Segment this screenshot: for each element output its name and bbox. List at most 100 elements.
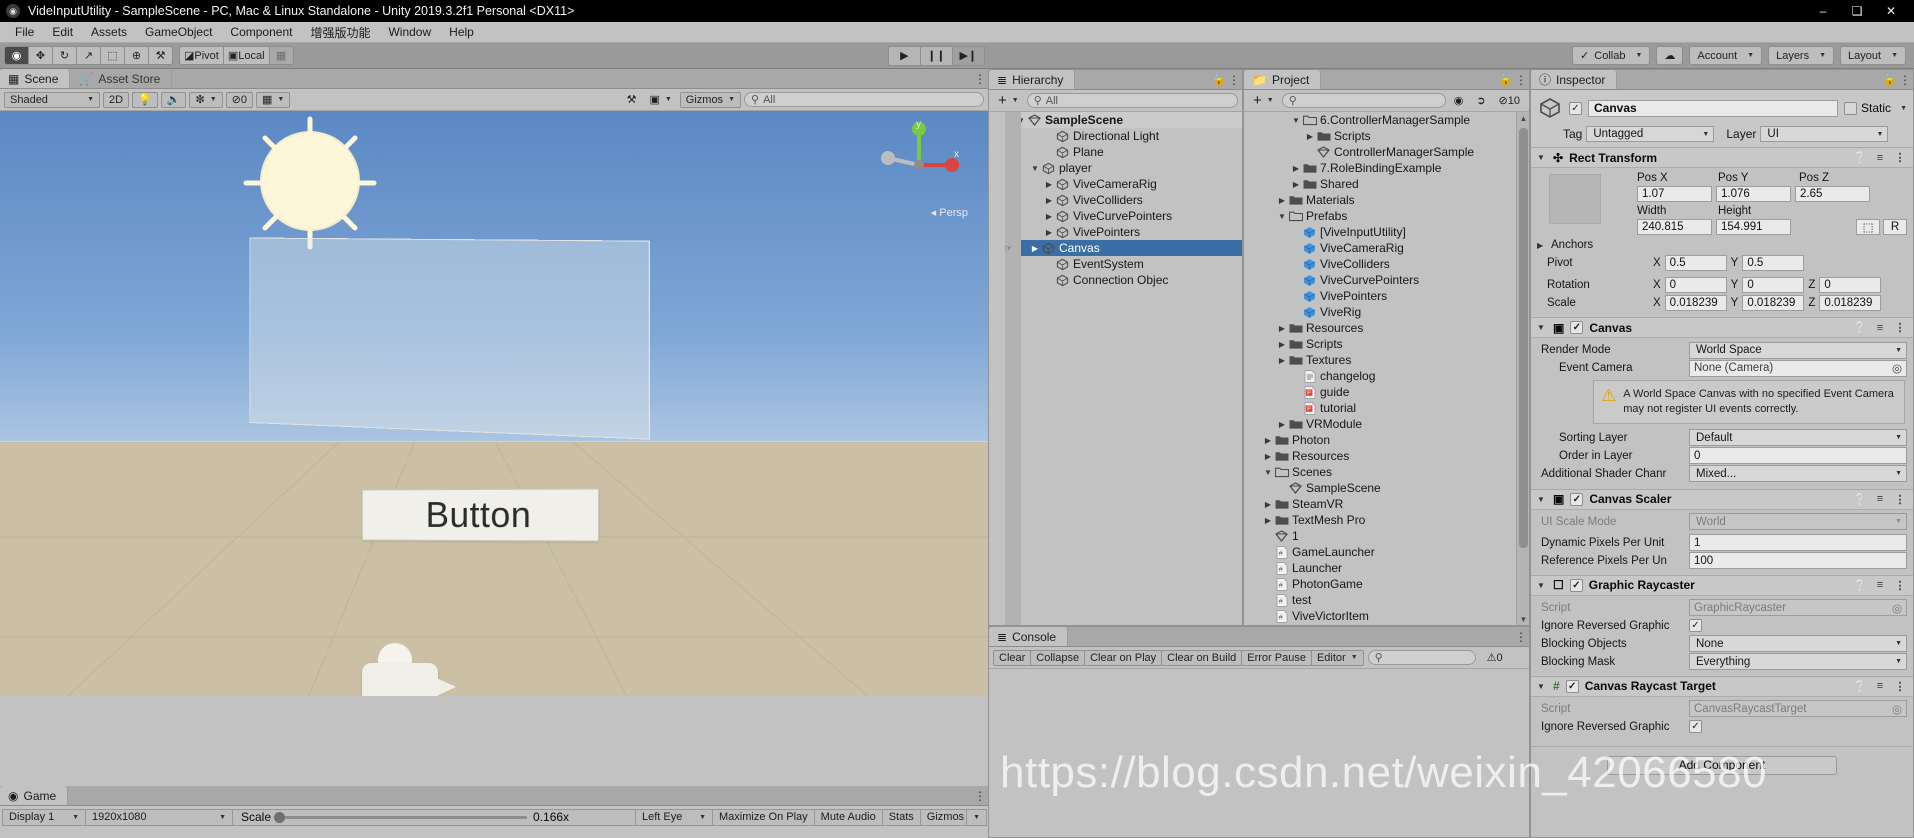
pivot-x-input[interactable]: 0.5	[1664, 255, 1727, 271]
scene-tools-button[interactable]: ⚒	[622, 92, 642, 108]
scene-camera-button[interactable]: ▣ ▼	[644, 92, 676, 108]
tree-row[interactable]: ▶ TextMesh Pro	[1244, 512, 1529, 528]
2d-toggle-button[interactable]: 2D	[103, 91, 130, 108]
mute-audio-button[interactable]: Mute Audio	[813, 808, 883, 826]
tree-row[interactable]: ▶ VivePointers	[1005, 224, 1242, 240]
camera-gizmo[interactable]	[350, 641, 470, 696]
scale-x-input[interactable]: 0.018239	[1664, 295, 1727, 311]
menu-edit[interactable]: Edit	[43, 23, 82, 41]
project-filter-type-button[interactable]: ◉	[1449, 93, 1469, 109]
gameobject-enabled-checkbox[interactable]: ✓	[1569, 101, 1582, 115]
tree-row[interactable]: ▶ Materials	[1244, 192, 1529, 208]
chevron-right-icon[interactable]: ▶	[1262, 516, 1274, 525]
chevron-down-icon[interactable]: ▼	[1029, 164, 1041, 173]
event-camera-object-field[interactable]: None (Camera) ◎	[1689, 359, 1907, 377]
shading-mode-dropdown[interactable]: Shaded ▼	[4, 91, 100, 108]
pivot-rotation-button[interactable]: ▣ Local	[222, 46, 270, 65]
tree-row[interactable]: ▶#test	[1244, 592, 1529, 608]
rect-tool-button[interactable]: ⬚	[100, 46, 125, 65]
maximize-button[interactable]: ❑	[1840, 0, 1874, 22]
tree-row[interactable]: ▶ Shared	[1244, 176, 1529, 192]
console-clear-button[interactable]: Clear	[993, 649, 1032, 666]
tab-scene[interactable]: ▦ Scene	[0, 69, 71, 88]
tree-row[interactable]: ▶ViveCurvePointers	[1244, 272, 1529, 288]
resolution-dropdown[interactable]: 1920x1080 ▼	[85, 808, 233, 826]
chevron-down-icon[interactable]: ▼	[1262, 468, 1274, 477]
console-panel-menu-icon[interactable]: ⋮	[1513, 627, 1529, 646]
chevron-down-icon[interactable]: ▼	[1900, 105, 1907, 112]
game-gizmos-dropdown[interactable]: ▼	[966, 808, 987, 826]
grid-snap-button[interactable]: ▦	[268, 46, 294, 65]
tree-row[interactable]: ▶ Resources	[1244, 448, 1529, 464]
object-picker-icon[interactable]: ◎	[1892, 361, 1902, 375]
project-visibility-button[interactable]: ⊘ 10	[1494, 93, 1525, 109]
chevron-right-icon[interactable]: ▶	[1304, 132, 1316, 141]
hierarchy-add-button[interactable]: + ▼	[993, 92, 1024, 109]
pivot-mode-button[interactable]: ◪ Pivot	[179, 46, 224, 65]
layout-button[interactable]: Layout ▼	[1840, 46, 1907, 65]
custom-tool-button[interactable]: ⚒	[148, 46, 173, 65]
chevron-down-icon[interactable]: ▼	[1537, 153, 1547, 162]
render-mode-dropdown[interactable]: World Space ▼	[1689, 341, 1907, 359]
scale-z-input[interactable]: 0.018239	[1819, 295, 1882, 311]
tree-row[interactable]: ▶Ptutorial	[1244, 400, 1529, 416]
project-scrollbar[interactable]: ▲ ▼	[1516, 112, 1529, 625]
blueprint-mode-button[interactable]: ⬚	[1856, 219, 1880, 235]
help-icon[interactable]: ❔	[1853, 321, 1867, 334]
tree-row[interactable]: ▼ player	[1005, 160, 1242, 176]
preset-icon[interactable]: ≡	[1873, 322, 1887, 334]
chevron-down-icon[interactable]: ▼	[1537, 495, 1547, 504]
chevron-right-icon[interactable]: ▶	[1290, 180, 1302, 189]
chevron-right-icon[interactable]: ▶	[1276, 420, 1288, 429]
tab-hierarchy[interactable]: ≣ Hierarchy	[989, 70, 1076, 89]
project-filter-label-button[interactable]: ➲	[1471, 93, 1490, 109]
tree-row[interactable]: ▶#GameLauncher	[1244, 544, 1529, 560]
raw-edit-button[interactable]: R	[1883, 219, 1907, 235]
scroll-down-icon[interactable]: ▼	[1517, 613, 1530, 625]
tree-row[interactable]: ▶ Scripts	[1244, 336, 1529, 352]
ignore-reversed-checkbox[interactable]: ✓	[1689, 720, 1702, 734]
lock-icon[interactable]: 🔓	[1883, 70, 1897, 89]
scene-lighting-button[interactable]: 💡	[132, 91, 158, 108]
object-name-field[interactable]: Canvas	[1588, 99, 1839, 117]
tree-row[interactable]: ▶ ViveCameraRig	[1005, 176, 1242, 192]
hand-tool-button[interactable]: ◉	[4, 46, 29, 65]
tree-row[interactable]: ▶#Launcher	[1244, 560, 1529, 576]
tab-game[interactable]: ◉ Game	[0, 786, 69, 805]
tree-row[interactable]: ▶ Resources	[1244, 320, 1529, 336]
tree-row[interactable]: ▶Connection Objec	[1005, 272, 1242, 288]
pos-x-input[interactable]: 1.07	[1637, 186, 1712, 202]
chevron-right-icon[interactable]: ▶	[1043, 180, 1055, 189]
scene-orientation-gizmo[interactable]: y x	[876, 119, 962, 205]
component-menu-icon[interactable]: ⋮	[1893, 579, 1907, 592]
chevron-right-icon[interactable]: ▶	[1029, 244, 1041, 253]
pivot-y-input[interactable]: 0.5	[1742, 255, 1805, 271]
lock-icon[interactable]: 🔓	[1212, 70, 1226, 89]
tree-row[interactable]: ▶[ViveInputUtility]	[1244, 224, 1529, 240]
tree-row[interactable]: ▶ViveCurvePointers	[1005, 208, 1242, 224]
tree-row[interactable]: ▼ Prefabs	[1244, 208, 1529, 224]
canvas-raycast-target-header[interactable]: ▼ # ✓ Canvas Raycast Target ❔ ≡ ⋮	[1531, 675, 1913, 697]
tree-row[interactable]: ▶ VRModule	[1244, 416, 1529, 432]
gizmos-dropdown[interactable]: Gizmos ▼	[679, 91, 741, 108]
chevron-right-icon[interactable]: ▶	[1290, 164, 1302, 173]
maximize-on-play-button[interactable]: Maximize On Play	[712, 808, 815, 826]
reference-ppu-input[interactable]: 100	[1689, 552, 1907, 570]
game-panel-menu-icon[interactable]: ⋮	[972, 786, 988, 805]
canvas-component-header[interactable]: ▼ ▣ ✓ Canvas ❔ ≡ ⋮	[1531, 317, 1913, 338]
component-menu-icon[interactable]: ⋮	[1893, 321, 1907, 334]
scene-panel-menu-icon[interactable]: ⋮	[972, 69, 988, 88]
menu-gameobject[interactable]: GameObject	[136, 23, 221, 41]
tree-row[interactable]: ▶ Scripts	[1244, 128, 1529, 144]
static-checkbox[interactable]	[1844, 101, 1858, 115]
game-gizmos-button[interactable]: Gizmos	[919, 808, 968, 826]
tree-row[interactable]: ▶ Textures	[1244, 352, 1529, 368]
chevron-down-icon[interactable]: ▼	[1537, 323, 1547, 332]
tree-row[interactable]: ▶EventSystem	[1005, 256, 1242, 272]
tree-row[interactable]: ▶#ViveVictorItem	[1244, 608, 1529, 624]
cloud-button[interactable]: ☁	[1656, 46, 1684, 65]
account-button[interactable]: Account ▼	[1689, 46, 1763, 65]
pos-y-input[interactable]: 1.076	[1716, 186, 1791, 202]
tree-row[interactable]: ▶SampleScene	[1244, 480, 1529, 496]
tree-row[interactable]: ▶Pguide	[1244, 384, 1529, 400]
